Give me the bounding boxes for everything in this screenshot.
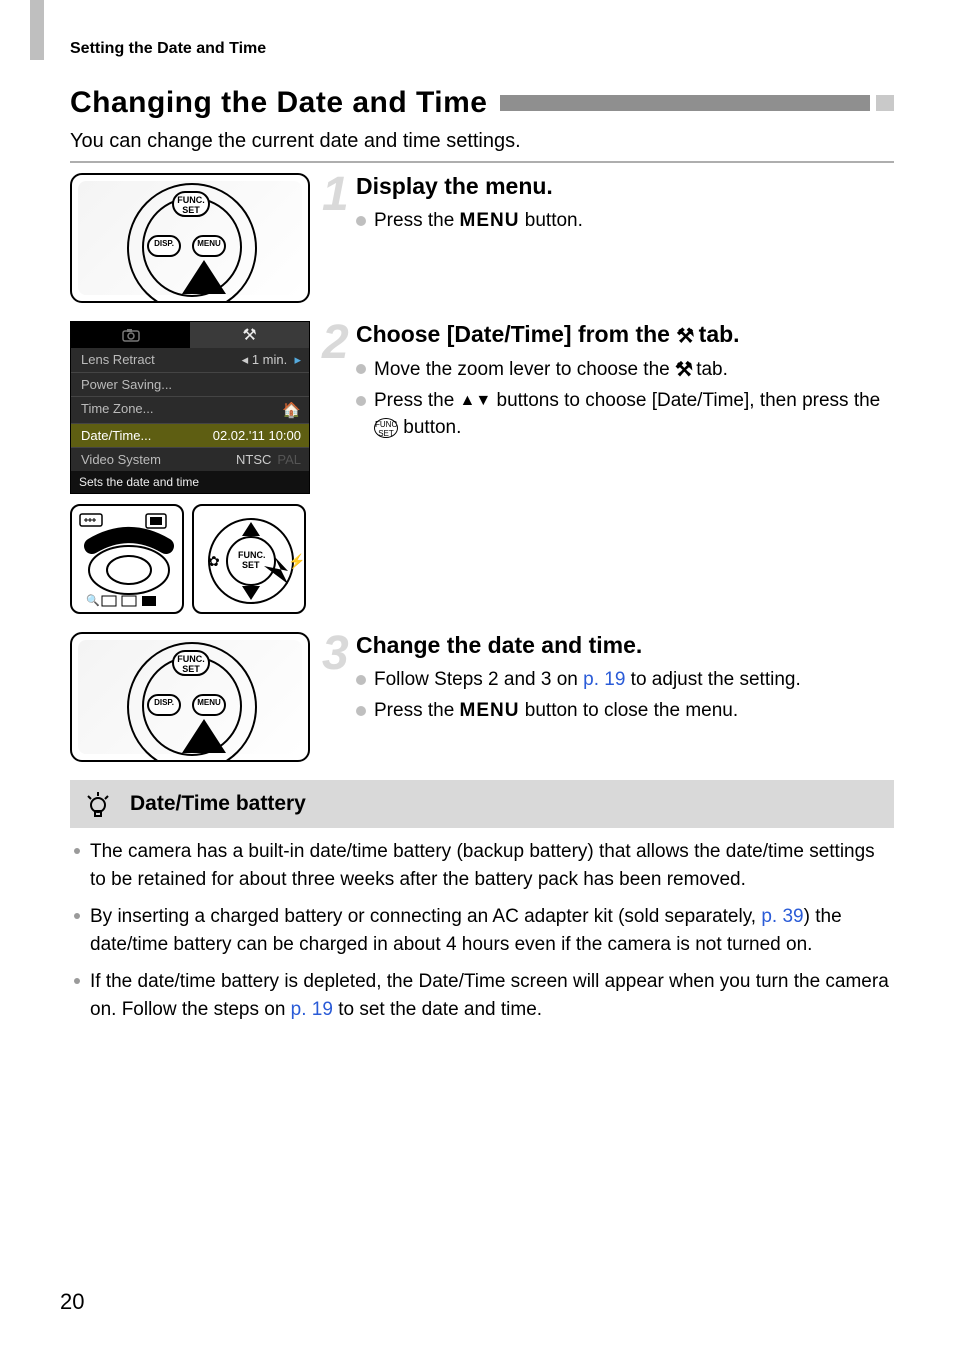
title-rule [500, 95, 895, 111]
svg-text:🔍: 🔍 [86, 593, 100, 607]
note-item-2: By inserting a charged battery or connec… [90, 903, 890, 958]
svg-text:⚡: ⚡ [288, 553, 305, 570]
figure-func-set-dial: FUNC. SET ✿ ⚡ [192, 504, 306, 614]
figure-zoom-lever: 🔍 [70, 504, 184, 614]
camera-menu-screenshot: ⚒ Lens Retract ◂ 1 min. ▸ Power Saving..… [70, 321, 310, 494]
svg-text:FUNC.: FUNC. [238, 550, 266, 560]
divider [70, 161, 894, 163]
step-2-text-2: Press the ▲▼ buttons to choose [Date/Tim… [374, 388, 894, 441]
func-set-icon: FUNCSET [374, 418, 398, 438]
menu-tab-tools: ⚒ [190, 322, 309, 348]
up-down-arrows-icon: ▲▼ [460, 392, 492, 409]
step-2-heading: Choose [Date/Time] from the ⚒ tab. [356, 321, 894, 348]
section-title: Changing the Date and Time [70, 86, 488, 120]
menu-footer-hint: Sets the date and time [71, 471, 309, 493]
menu-item-date-time: Date/Time...02.02.'11 10:00 [71, 424, 309, 448]
note-item-3: If the date/time battery is depleted, th… [90, 968, 890, 1023]
menu-item-lens-retract: Lens Retract ◂ 1 min. ▸ [71, 348, 309, 373]
tools-icon: ⚒ [675, 359, 691, 381]
step-1-text: Press the MENU button. [374, 208, 894, 235]
lightbulb-icon [84, 790, 112, 818]
step-1-heading: Display the menu. [356, 173, 894, 200]
figure-camera-back-menu-button: FUNC.SET DISP. MENU [70, 173, 310, 303]
side-tab [30, 0, 44, 60]
menu-word: MENU [460, 700, 520, 721]
running-header: Setting the Date and Time [70, 40, 894, 58]
menu-item-video-system: Video System NTSCPAL [71, 448, 309, 471]
note-title: Date/Time battery [130, 792, 306, 816]
bullet-dot [74, 978, 80, 984]
note-item-1: The camera has a built-in date/time batt… [90, 838, 890, 893]
page-number: 20 [60, 1289, 84, 1315]
section-intro: You can change the current date and time… [70, 130, 894, 153]
menu-tab-camera [71, 322, 190, 348]
step-3-text-1: Follow Steps 2 and 3 on p. 19 to adjust … [374, 667, 894, 694]
bullet-dot [356, 706, 366, 716]
bullet-dot [356, 675, 366, 685]
bullet-dot [356, 364, 366, 374]
page-ref-link[interactable]: p. 19 [291, 999, 333, 1020]
note-box: Date/Time battery The camera has a built… [70, 780, 894, 1023]
tools-icon: ⚒ [676, 325, 692, 347]
figure-camera-back-menu-button: FUNC.SET DISP. MENU [70, 632, 310, 762]
menu-item-power-saving: Power Saving... [71, 373, 309, 397]
step-3-text-2: Press the MENU button to close the menu. [374, 698, 894, 725]
step-3-heading: Change the date and time. [356, 632, 894, 659]
step-2-text-1: Move the zoom lever to choose the ⚒ tab. [374, 356, 894, 384]
svg-text:✿: ✿ [208, 553, 220, 569]
svg-text:SET: SET [242, 560, 260, 570]
bullet-dot [356, 396, 366, 406]
menu-item-time-zone: Time Zone...🏠 [71, 397, 309, 424]
menu-word: MENU [460, 210, 520, 231]
page-ref-link[interactable]: p. 39 [761, 906, 803, 927]
bullet-dot [74, 848, 80, 854]
page-ref-link[interactable]: p. 19 [583, 669, 625, 690]
bullet-dot [356, 216, 366, 226]
bullet-dot [74, 913, 80, 919]
